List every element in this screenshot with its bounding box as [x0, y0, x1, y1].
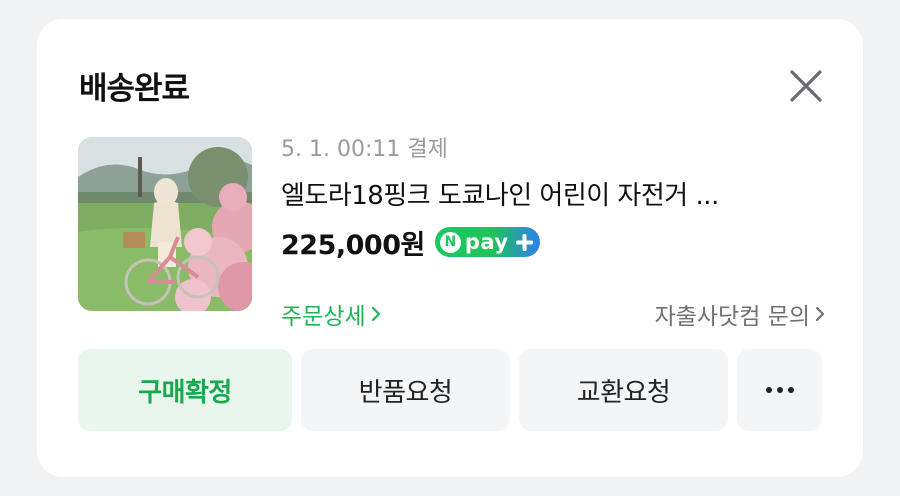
close-button[interactable]: [787, 67, 825, 105]
naver-n-icon: N: [439, 231, 461, 253]
chevron-right-icon: [370, 304, 382, 324]
product-image: [78, 137, 252, 311]
delivery-status-title: 배송완료: [79, 71, 190, 107]
close-icon: [790, 70, 822, 102]
return-request-button[interactable]: 반품요청: [301, 349, 510, 431]
more-dots-icon: [765, 387, 794, 393]
more-options-button[interactable]: [737, 349, 822, 431]
exchange-request-button[interactable]: 교환요청: [519, 349, 728, 431]
price: 225,000원: [281, 229, 425, 261]
order-detail-link[interactable]: 주문상세: [281, 297, 382, 331]
product-thumbnail[interactable]: [78, 137, 252, 311]
seller-inquiry-link[interactable]: 자출사닷컴 문의: [655, 297, 826, 331]
order-detail-label: 주문상세: [281, 304, 366, 330]
price-row: 225,000원 N pay: [281, 222, 540, 262]
seller-inquiry-label: 자출사닷컴 문의: [654, 304, 810, 330]
payment-time: 5. 1. 00:11 결제: [281, 137, 448, 162]
product-name[interactable]: 엘도라18핑크 도쿄나인 어린이 자전거 ...: [281, 175, 801, 212]
npay-label: pay: [464, 230, 509, 254]
npay-plus-badge: N pay: [434, 227, 540, 257]
plus-icon: [515, 233, 534, 252]
order-card: 배송완료 5. 1. 00:11 결제 엘도라18핑크 도쿄나인 어린이 자전거…: [37, 19, 863, 477]
chevron-right-icon: [814, 304, 826, 324]
confirm-purchase-button[interactable]: 구매확정: [78, 349, 292, 431]
